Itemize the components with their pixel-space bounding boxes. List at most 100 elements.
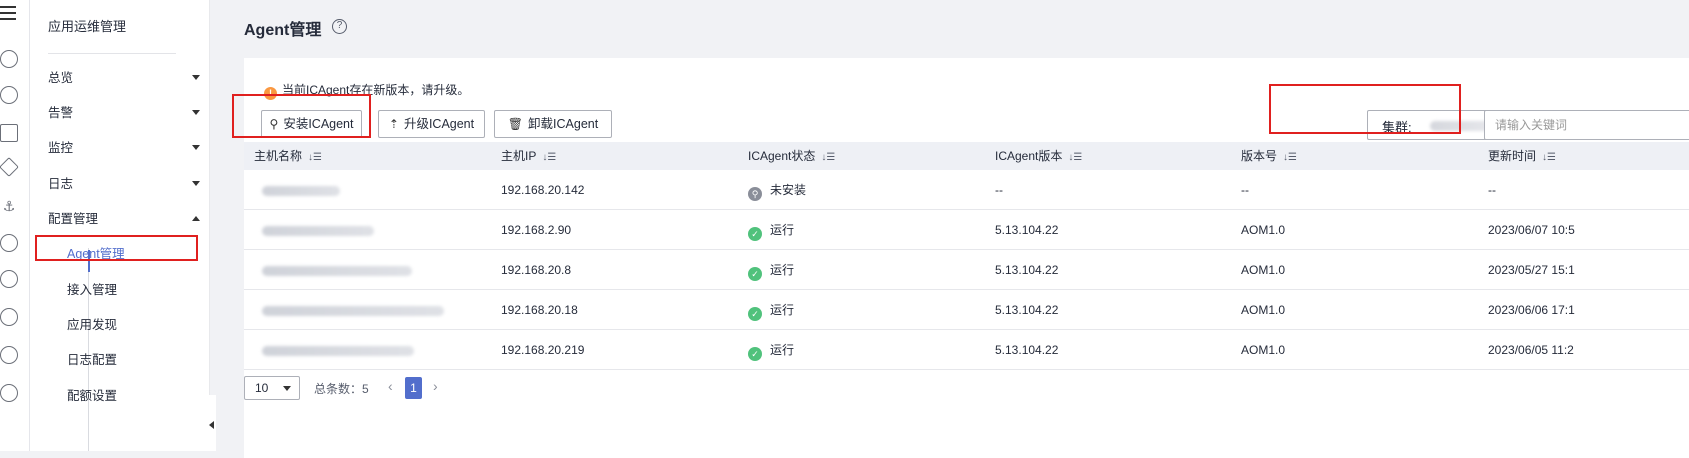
chevron-down-icon <box>192 181 200 186</box>
agent-version: 5.13.104.22 <box>995 263 1059 277</box>
release: -- <box>1241 183 1249 197</box>
cloud-upload-icon[interactable] <box>0 234 18 252</box>
page-number-current[interactable]: 1 <box>405 377 422 399</box>
status-text: 运行 <box>770 223 795 237</box>
sidebar-item-logs[interactable]: 日志 <box>48 174 200 194</box>
sort-icon[interactable]: ↓☰ <box>1283 144 1297 172</box>
table-row[interactable]: 192.168.2.90 ✓ 运行 5.13.104.22 AOM1.0 2023… <box>244 210 1689 250</box>
anchor-icon[interactable]: ⚓ <box>0 198 18 216</box>
sidebar-item-log-config[interactable]: 日志配置 <box>67 350 117 370</box>
sort-icon[interactable]: ↓☰ <box>1068 144 1082 172</box>
search-input[interactable]: 请输入关键词 <box>1484 110 1689 140</box>
sidebar-item-overview[interactable]: 总览 <box>48 68 200 88</box>
total-count: 总条数：5 <box>314 382 369 396</box>
hostname-blurred <box>262 330 414 370</box>
button-label: 卸载ICAgent <box>528 117 599 131</box>
chevron-down-icon <box>192 145 200 150</box>
chevron-down-icon <box>192 110 200 115</box>
help-icon[interactable]: ? <box>332 19 347 34</box>
prev-page-button[interactable]: ‹ <box>388 378 393 394</box>
sidebar-item-label: 监控 <box>48 141 74 155</box>
updated-time: 2023/06/06 17:1 <box>1488 303 1575 317</box>
ip-icon[interactable] <box>0 86 18 104</box>
trash-icon: 🗑 <box>507 117 524 131</box>
main-card: ! 当前ICAgent存在新版本，请升级。 ⚲ 安装ICAgent ⇡ 升级ICAge… <box>244 58 1689 458</box>
wrench-icon: ⚲ <box>269 117 279 131</box>
release: AOM1.0 <box>1241 343 1286 357</box>
check-circle-icon: ✓ <box>748 267 762 281</box>
column-header-release[interactable]: 版本号 ↓☰ <box>1241 142 1297 170</box>
menu-icon[interactable] <box>0 6 16 22</box>
updated-time: 2023/06/07 10:5 <box>1488 223 1575 237</box>
pagination: 10 总条数：5 ‹ 1 › <box>244 376 844 400</box>
sidebar-item-label: 日志 <box>48 177 74 191</box>
release: AOM1.0 <box>1241 263 1286 277</box>
sidebar-item-config[interactable]: 配置管理 <box>48 209 200 229</box>
host-ip: 192.168.20.8 <box>501 263 572 277</box>
diamond-icon[interactable] <box>0 157 19 177</box>
install-icagent-button[interactable]: ⚲ 安装ICAgent <box>261 110 362 138</box>
monitor-icon[interactable] <box>0 124 18 142</box>
table-row[interactable]: 192.168.20.219 ✓ 运行 5.13.104.22 AOM1.0 20… <box>244 330 1689 370</box>
sidebar-collapse-button[interactable] <box>200 395 216 451</box>
host-ip: 192.168.2.90 <box>501 223 572 237</box>
column-header-updated[interactable]: 更新时间 ↓☰ <box>1488 142 1556 170</box>
sidebar-item-quota[interactable]: 配额设置 <box>67 386 117 406</box>
cloud-sync-icon[interactable] <box>0 346 18 364</box>
hostname-blurred <box>262 210 374 250</box>
upgrade-icagent-button[interactable]: ⇡ 升级ICAgent <box>378 110 485 138</box>
sort-icon[interactable]: ↓☰ <box>542 144 556 172</box>
agent-version: 5.13.104.22 <box>995 343 1059 357</box>
sort-icon[interactable]: ↓☰ <box>1542 144 1556 172</box>
cloud-icon[interactable] <box>0 50 18 68</box>
sidebar: 应用运维管理 总览 告警 监控 日志 配置管理 Agent管理 接入管理 应用发… <box>30 0 210 451</box>
chevron-down-icon <box>192 75 200 80</box>
release: AOM1.0 <box>1241 223 1286 237</box>
check-circle-icon: ✓ <box>748 307 762 321</box>
updated-time: 2023/05/27 15:1 <box>1488 263 1575 277</box>
status-text: 运行 <box>770 263 795 277</box>
column-header-hostname[interactable]: 主机名称 ↓☰ <box>254 142 322 170</box>
sidebar-item-access-management[interactable]: 接入管理 <box>67 280 117 300</box>
page-size-select[interactable]: 10 <box>244 376 300 400</box>
sort-icon[interactable]: ↓☰ <box>821 144 835 172</box>
hostname-blurred <box>262 290 444 330</box>
column-label: ICAgent状态 <box>748 149 816 163</box>
column-header-version[interactable]: ICAgent版本 ↓☰ <box>995 142 1082 170</box>
column-label: 主机IP <box>501 149 537 163</box>
next-page-button[interactable]: › <box>433 378 438 394</box>
sidebar-item-alarm[interactable]: 告警 <box>48 103 200 123</box>
sort-icon[interactable]: ↓☰ <box>308 144 322 172</box>
table-row[interactable]: 192.168.20.8 ✓ 运行 5.13.104.22 AOM1.0 2023… <box>244 250 1689 290</box>
check-circle-icon: ✓ <box>748 227 762 241</box>
sidebar-item-app-discovery[interactable]: 应用发现 <box>67 315 117 335</box>
sidebar-item-agent-management[interactable]: Agent管理 <box>67 244 125 264</box>
sidebar-item-monitor[interactable]: 监控 <box>48 138 200 158</box>
column-label: 版本号 <box>1241 149 1278 163</box>
agent-version: 5.13.104.22 <box>995 303 1059 317</box>
host-ip: 192.168.20.18 <box>501 303 578 317</box>
button-label: 升级ICAgent <box>403 117 475 131</box>
status-cell: ✓ 运行 <box>748 290 794 330</box>
release: AOM1.0 <box>1241 303 1286 317</box>
agent-version: 5.13.104.22 <box>995 223 1059 237</box>
column-label: 更新时间 <box>1488 149 1537 163</box>
cloud-service-icon[interactable] <box>0 384 18 402</box>
updated-time: 2023/06/05 11:2 <box>1488 343 1574 357</box>
table-row[interactable]: 192.168.20.18 ✓ 运行 5.13.104.22 AOM1.0 202… <box>244 290 1689 330</box>
chevron-left-icon <box>209 421 214 429</box>
table-row[interactable]: 192.168.20.142 ⚲ 未安装 -- -- -- <box>244 170 1689 210</box>
globe-icon[interactable] <box>0 308 18 326</box>
wrench-icon: ⚲ <box>748 187 762 201</box>
uninstall-icagent-button[interactable]: 🗑 卸载ICAgent <box>494 110 612 138</box>
page-size-value: 10 <box>255 381 269 395</box>
chevron-up-icon <box>192 216 200 221</box>
global-icon-rail: ⚓ <box>0 0 30 451</box>
hexagon-icon[interactable] <box>0 270 18 288</box>
table-header: 主机名称 ↓☰ 主机IP ↓☰ ICAgent状态 ↓☰ ICAgent版本 ↓☰ 版本… <box>244 142 1689 170</box>
host-ip: 192.168.20.142 <box>501 183 585 197</box>
column-header-status[interactable]: ICAgent状态 ↓☰ <box>748 142 835 170</box>
hostname-blurred <box>262 170 340 210</box>
column-header-host-ip[interactable]: 主机IP ↓☰ <box>501 142 556 170</box>
upgrade-notice: ! 当前ICAgent存在新版本，请升级。 <box>264 82 469 100</box>
